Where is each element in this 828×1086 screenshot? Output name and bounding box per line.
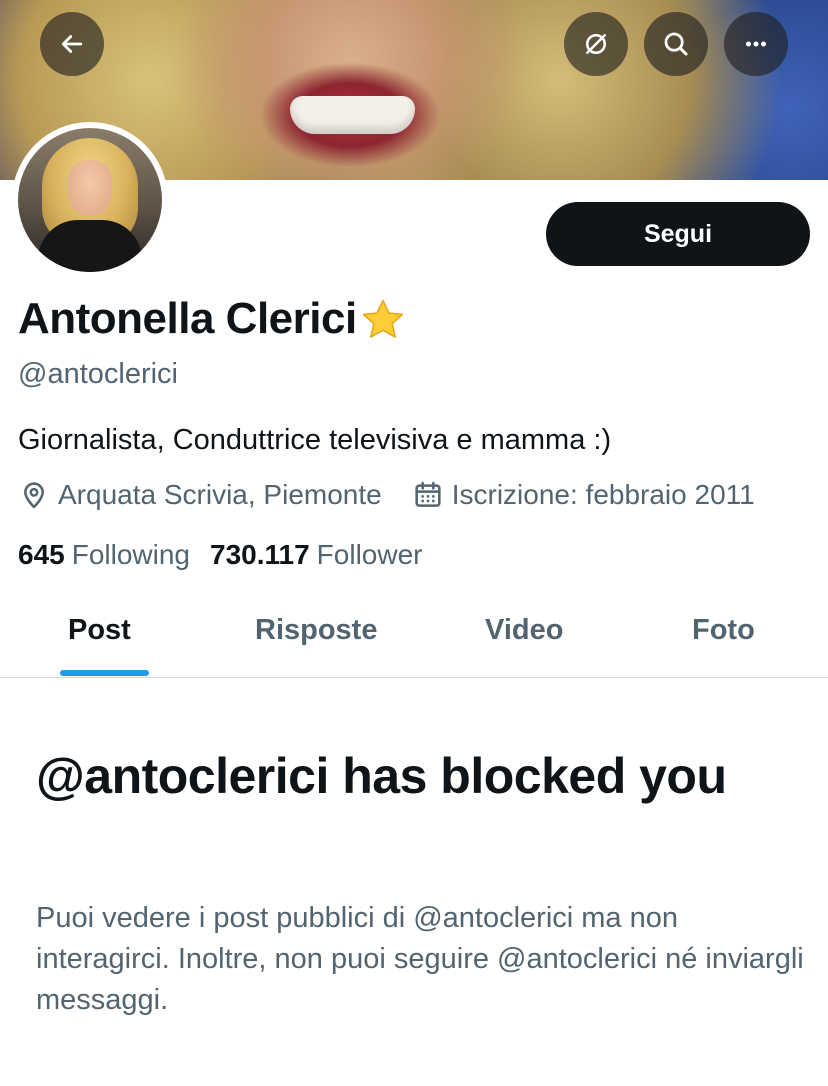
blocked-description: Puoi vedere i post pubblici di @antocler…: [36, 902, 804, 1016]
join-date-text: Iscrizione: febbraio 2011: [451, 479, 755, 510]
profile-bio: Giornalista, Conduttrice televisiva e ma…: [18, 424, 612, 456]
profile-handle: @antoclerici: [18, 358, 178, 390]
search-button[interactable]: [644, 12, 708, 76]
follow-button[interactable]: Segui: [546, 202, 810, 266]
profile-tabs: Post Risposte Video Foto: [0, 596, 828, 678]
tab-video[interactable]: Video: [485, 614, 563, 647]
tab-risposte[interactable]: Risposte: [255, 614, 377, 647]
profile-stats: 645 Following 730.117 Follower: [18, 539, 422, 571]
more-horizontal-icon: [746, 41, 766, 47]
translate-button[interactable]: [564, 12, 628, 76]
following-count[interactable]: 645: [18, 539, 65, 571]
profile-meta: Arquata Scrivia, Piemonte Iscrizione: fe…: [18, 479, 755, 511]
profile-name-row: Antonella Clerici: [18, 294, 407, 344]
avatar-photo: [18, 128, 162, 272]
back-button[interactable]: [40, 12, 104, 76]
search-icon: [664, 32, 688, 56]
active-tab-indicator: [60, 670, 149, 676]
translate-icon: [586, 34, 606, 54]
calendar-icon: [415, 481, 441, 507]
location-text: Arquata Scrivia, Piemonte: [58, 479, 382, 510]
location: Arquata Scrivia, Piemonte: [18, 479, 382, 511]
blocked-title: @antoclerici has blocked you: [36, 748, 727, 804]
location-pin-icon: [24, 482, 44, 509]
tab-foto[interactable]: Foto: [692, 614, 755, 647]
arrow-left-icon: [61, 35, 83, 53]
banner-smile: [290, 96, 415, 134]
star-icon: [362, 299, 403, 338]
more-button[interactable]: [724, 12, 788, 76]
following-label[interactable]: Following: [72, 539, 190, 571]
join-date: Iscrizione: febbraio 2011: [412, 479, 755, 511]
followers-count[interactable]: 730.117: [210, 539, 310, 571]
tab-post[interactable]: Post: [68, 614, 131, 647]
avatar[interactable]: [12, 122, 168, 278]
followers-label[interactable]: Follower: [317, 539, 423, 571]
profile-name: Antonella Clerici: [18, 294, 357, 343]
